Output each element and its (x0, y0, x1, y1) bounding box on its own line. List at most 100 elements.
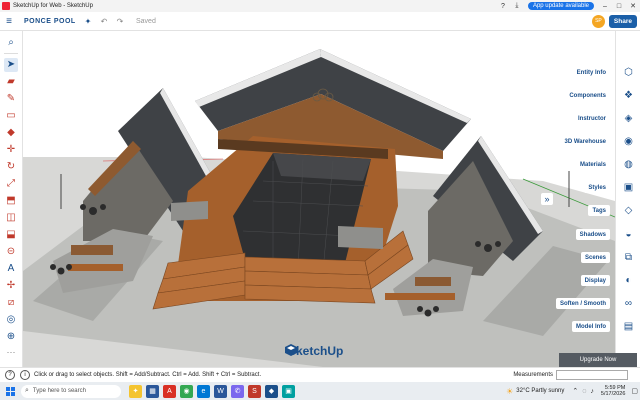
help-icon[interactable]: ? (496, 0, 510, 12)
info-icon[interactable]: i (20, 370, 30, 380)
weather-widget[interactable]: ☀ 32°C Partly sunny (506, 387, 564, 396)
follow-me-icon[interactable]: ⬓ (4, 228, 18, 242)
window-title: SketchUp for Web - SketchUp (13, 3, 93, 9)
scale-icon[interactable]: ⤢ (4, 177, 18, 191)
panel-label-components[interactable]: Components (565, 90, 610, 101)
sketchup-watermark: SketchUp (285, 344, 343, 358)
chevron-up-icon[interactable]: ⌃ (572, 387, 578, 395)
taskbar-search[interactable]: ⌕ Type here to search (21, 384, 121, 398)
add-location-icon[interactable]: ✦ (80, 17, 96, 26)
materials-icon[interactable]: ◍ (622, 158, 635, 171)
maximize-button[interactable]: □ (612, 0, 626, 12)
eraser-icon[interactable]: ▰ (4, 75, 18, 89)
tags-icon[interactable]: ◇ (622, 204, 635, 217)
word-icon[interactable]: W (214, 384, 227, 398)
warehouse-icon[interactable]: ◉ (622, 135, 635, 148)
minimize-button[interactable]: – (598, 0, 612, 12)
move-icon[interactable]: ✛ (4, 143, 18, 157)
app-update-button[interactable]: App update available (527, 2, 594, 10)
instructor-icon[interactable]: ◈ (622, 112, 635, 125)
download-icon[interactable]: ⤓ (510, 0, 524, 12)
sketchup-app-icon (2, 2, 10, 10)
offset-icon[interactable]: ◫ (4, 211, 18, 225)
styles-icon[interactable]: ▣ (622, 181, 635, 194)
app-toolbar: ≡ PONCE POOL ✦ ↶ ↷ Saved SP Share (0, 12, 640, 31)
panel-label-tags[interactable]: Tags (588, 205, 610, 216)
pencil-icon[interactable]: ✎ (4, 92, 18, 106)
notifications-icon[interactable]: ▢ (631, 387, 638, 395)
soften-icon[interactable]: ∞ (622, 297, 635, 310)
rectangle-icon[interactable]: ▭ (4, 109, 18, 123)
push-pull-icon[interactable]: ⬒ (4, 194, 18, 208)
model-name[interactable]: PONCE POOL (24, 18, 80, 25)
status-bar: ? i Click or drag to select objects. Shi… (0, 367, 640, 382)
display-icon[interactable]: ◐ (622, 274, 635, 287)
taskbar-search-placeholder: Type here to search (32, 388, 86, 394)
chrome-icon[interactable]: ◉ (180, 384, 193, 398)
panel-label-instructor[interactable]: Instructor (573, 113, 610, 124)
text-icon[interactable]: A (4, 262, 18, 276)
planter-left (171, 201, 208, 221)
left-lounge-bench (68, 264, 123, 271)
components-icon[interactable]: ❖ (622, 89, 635, 102)
toolbar-divider (4, 53, 18, 54)
windows-start-icon[interactable] (6, 386, 15, 396)
acrobat-icon[interactable]: A (163, 384, 176, 398)
right-lounge-bench (385, 293, 455, 300)
share-button[interactable]: Share (608, 14, 637, 28)
tray-collapse-button[interactable]: » (541, 193, 553, 205)
measurements-label: Measurements (513, 372, 553, 378)
select-icon[interactable]: ➤ (4, 57, 18, 72)
orbit-icon[interactable]: ◎ (4, 313, 18, 327)
app-icon[interactable]: ▣ (282, 384, 295, 398)
copilot-icon[interactable]: ✦ (129, 384, 142, 398)
weather-temp: 32°C (516, 388, 530, 394)
panel-label-model-info[interactable]: Model Info (572, 321, 610, 332)
sun-icon: ☀ (506, 386, 514, 396)
3d-viewport[interactable]: SketchUp (23, 31, 615, 367)
avatar[interactable]: SP (591, 14, 605, 28)
panel-label-materials[interactable]: Materials (575, 159, 610, 170)
panel-label-3d-warehouse[interactable]: 3D Warehouse (560, 136, 610, 147)
shadows-icon[interactable]: ◒ (622, 228, 635, 241)
section-plane-icon[interactable]: ⧄ (4, 296, 18, 310)
save-status: Saved (136, 17, 156, 25)
panel-label-display[interactable]: Display (580, 275, 610, 286)
panel-label-scenes[interactable]: Scenes (580, 252, 610, 263)
paint-bucket-icon[interactable]: ◆ (4, 126, 18, 140)
sketchup-logo-icon (285, 344, 297, 356)
measurements-input[interactable] (556, 370, 628, 380)
sketchup-taskbar-icon[interactable]: S (248, 384, 261, 398)
more-icon[interactable]: ⋯ (7, 347, 16, 358)
sketchup-web-icon[interactable]: ◆ (265, 384, 278, 398)
redo-icon[interactable]: ↷ (112, 17, 128, 26)
search-icon[interactable]: ⌕ (4, 36, 18, 50)
scenes-icon[interactable]: ⧉ (622, 251, 635, 264)
file-explorer-icon[interactable]: ▦ (146, 384, 159, 398)
upgrade-now-button[interactable]: Upgrade Now (559, 353, 637, 367)
model-info-icon[interactable]: ▤ (622, 320, 635, 333)
menu-icon[interactable]: ≡ (0, 16, 18, 27)
help-icon[interactable]: ? (5, 370, 15, 380)
undo-icon[interactable]: ↶ (96, 17, 112, 26)
close-button[interactable]: ✕ (626, 0, 640, 12)
panel-label-shadows[interactable]: Shadows (575, 229, 610, 240)
panel-label-styles[interactable]: Styles (584, 182, 610, 193)
edge-icon[interactable]: e (197, 384, 210, 398)
panel-label-soften-smooth[interactable]: Soften / Smooth (556, 298, 610, 309)
right-lounge-sofa (415, 277, 451, 286)
zoom-extents-icon[interactable]: ⊕ (4, 330, 18, 344)
rotate-icon[interactable]: ↻ (4, 160, 18, 174)
model-render[interactable] (23, 31, 615, 367)
viber-icon[interactable]: ✆ (231, 384, 244, 398)
taskbar-clock[interactable]: 5:59 PM 5/17/2026 (601, 385, 625, 398)
left-toolbar: ⌕ ➤ ▰ ✎ ▭ ◆ ✛ ↻ ⤢ ⬒ ◫ ⬓ ⊝ A ✢ ⧄ ◎ ⊕ ⋯ (0, 31, 23, 367)
volume-icon[interactable]: ♪ (590, 388, 594, 395)
tape-measure-icon[interactable]: ⊝ (4, 245, 18, 259)
axes-icon[interactable]: ✢ (4, 279, 18, 293)
entity-info-icon[interactable]: ⬡ (622, 66, 635, 79)
network-icon[interactable]: ◌ (582, 388, 586, 395)
right-panel-toolbar: ⬡ ❖ ◈ ◉ ◍ ▣ ◇ ◒ ⧉ ◐ ∞ ▤ (615, 31, 640, 367)
windows-taskbar: ⌕ Type here to search ✦ ▦ A ◉ e W ✆ S ◆ … (0, 382, 640, 400)
panel-label-entity-info[interactable]: Entity Info (572, 67, 610, 78)
